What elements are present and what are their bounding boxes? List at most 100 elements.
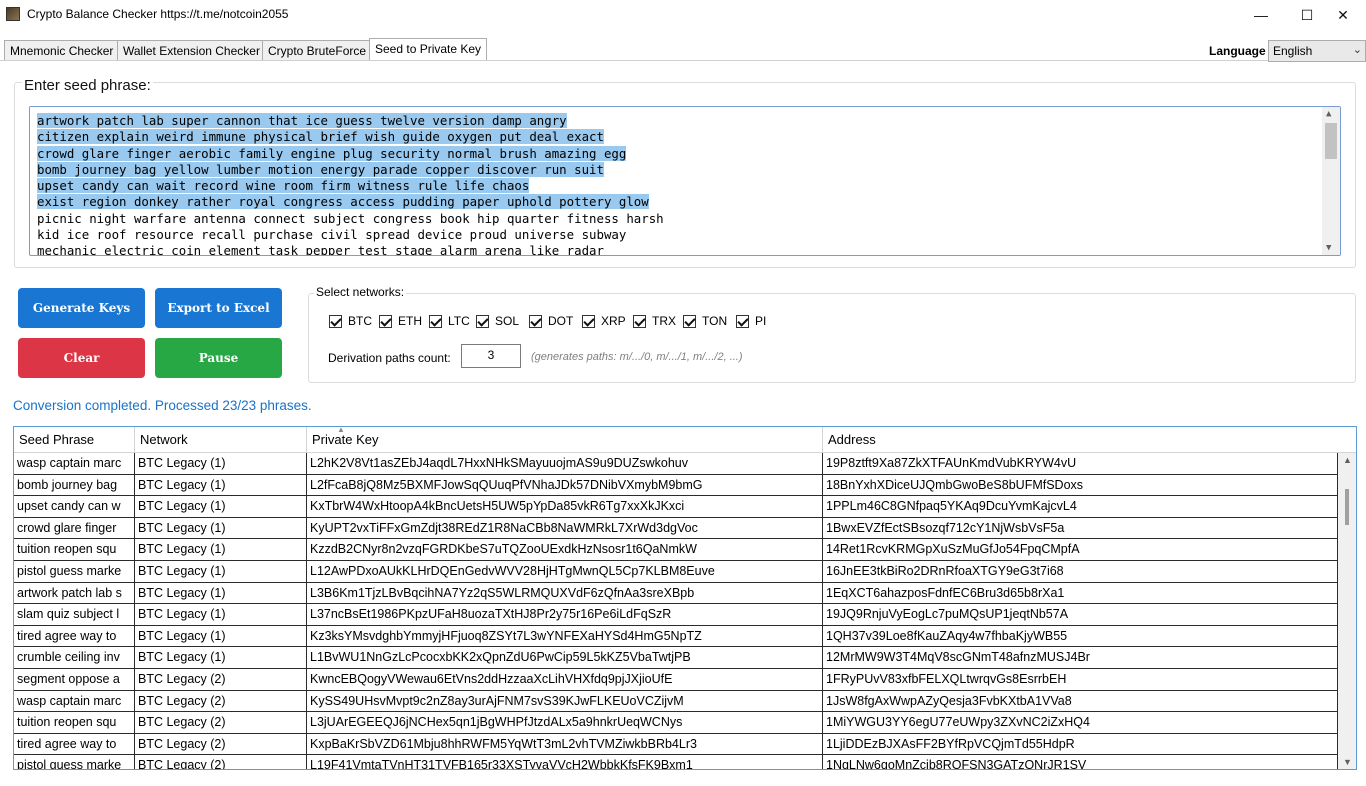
seed-phrase-cell[interactable]: crowd glare finger — [14, 517, 135, 540]
table-row[interactable]: slam quiz subject l BTC Legacy (1) L37ncBs… — [14, 604, 1338, 626]
table-row[interactable]: artwork patch lab s BTC Legacy (1) L3B6Km1… — [14, 582, 1338, 605]
results-grid[interactable]: Seed Phrase ▲ Network Private Key Addres… — [13, 426, 1357, 770]
column-header-private-key[interactable]: Private Key — [307, 427, 823, 453]
network-cell[interactable]: BTC Legacy (1) — [135, 582, 307, 605]
private-key-cell[interactable]: L12AwPDxoAUkKLHrDQEnGedvWVV28HjHTgMwnQL5… — [307, 560, 823, 583]
network-cell[interactable]: BTC Legacy (1) — [135, 496, 307, 518]
scroll-up-arrow-icon[interactable]: ▲ — [1343, 455, 1352, 465]
address-cell[interactable]: 19JQ9RnjuVyEogLc7puMQsUP1jeqtNb57A — [823, 604, 1338, 626]
checkbox-checked-icon[interactable] — [529, 314, 542, 328]
network-cell[interactable]: BTC Legacy (2) — [135, 712, 307, 734]
table-row[interactable]: tuition reopen squ BTC Legacy (1) KzzdB2CN… — [14, 539, 1338, 561]
seed-phrase-cell[interactable]: pistol guess marke — [14, 755, 135, 769]
seed-phrase-cell[interactable]: pistol guess marke — [14, 560, 135, 583]
close-button[interactable]: ✕ — [1320, 0, 1366, 30]
private-key-cell[interactable]: KzzdB2CNyr8n2vzqFGRDKbeS7uTQZooUExdkHzNs… — [307, 539, 823, 561]
address-cell[interactable]: 14Ret1RcvKRMGpXuSzMuGfJo54FpqCMpfA — [823, 539, 1338, 561]
network-cell[interactable]: BTC Legacy (1) — [135, 474, 307, 497]
derivation-paths-input[interactable]: 3 — [461, 344, 521, 368]
network-cell[interactable]: BTC Legacy (1) — [135, 604, 307, 626]
network-checkbox-ton[interactable]: TON — [683, 314, 727, 328]
private-key-cell[interactable]: L2fFcaB8jQ8Mz5BXMFJowSqQUuqPfVNhaJDk57DN… — [307, 474, 823, 497]
seed-phrase-cell[interactable]: segment oppose a — [14, 668, 135, 691]
address-cell[interactable]: 1MiYWGU3YY6egU77eUWpy3ZXvNC2iZxHQ4 — [823, 712, 1338, 734]
seed-phrase-cell[interactable]: tuition reopen squ — [14, 539, 135, 561]
network-cell[interactable]: BTC Legacy (2) — [135, 733, 307, 756]
private-key-cell[interactable]: KwncEBQogyVWewau6EtVns2ddHzzaaXcLihVHXfd… — [307, 668, 823, 691]
address-cell[interactable]: 1FRyPUvV83xfbFELXQLtwrqvGs8EsrrbEH — [823, 668, 1338, 691]
private-key-cell[interactable]: L1BvWU1NnGzLcPcocxbKK2xQpnZdU6PwCip59L5k… — [307, 647, 823, 669]
column-header-seed-phrase[interactable]: Seed Phrase — [14, 427, 135, 453]
seed-phrase-cell[interactable]: wasp captain marc — [14, 453, 135, 475]
network-cell[interactable]: BTC Legacy (2) — [135, 690, 307, 713]
private-key-cell[interactable]: L3B6Km1TjzLBvBqcihNA7Yz2qS5WLRMQUXVdF6zQ… — [307, 582, 823, 605]
scroll-thumb[interactable] — [1345, 489, 1349, 525]
address-cell[interactable]: 16JnEE3tkBiRo2DRnRfoaXTGY9eG3t7i68 — [823, 560, 1338, 583]
private-key-cell[interactable]: Kz3ksYMsvdghbYmmyjHFjuoq8ZSYt7L3wYNFEXaH… — [307, 625, 823, 648]
table-row[interactable]: upset candy can w BTC Legacy (1) KxTbrW4Wx… — [14, 496, 1338, 518]
minimize-button[interactable]: — — [1238, 0, 1284, 30]
checkbox-checked-icon[interactable] — [736, 314, 749, 328]
seed-phrase-cell[interactable]: bomb journey bag — [14, 474, 135, 497]
private-key-cell[interactable]: KyUPT2vxTiFFxGmZdjt38REdZ1R8NaCBb8NaWMRk… — [307, 517, 823, 540]
scroll-thumb[interactable] — [1325, 123, 1337, 159]
address-cell[interactable]: 1QH37v39Loe8fKauZAqy4w7fhbaKjyWB55 — [823, 625, 1338, 648]
private-key-cell[interactable]: KySS49UHsvMvpt9c2nZ8ay3urAjFNM7svS39KJwF… — [307, 690, 823, 713]
tab-seed-to-private-key[interactable]: Seed to Private Key — [369, 38, 488, 60]
network-checkbox-trx[interactable]: TRX — [633, 314, 676, 328]
seed-phrase-cell[interactable]: crumble ceiling inv — [14, 647, 135, 669]
network-checkbox-ltc[interactable]: LTC — [429, 314, 470, 328]
scroll-up-arrow-icon[interactable]: ▲ — [1326, 109, 1331, 119]
table-row[interactable]: wasp captain marc BTC Legacy (2) KySS49UHs… — [14, 690, 1338, 713]
address-cell[interactable]: 1EqXCT6ahazposFdnfEC6Bru3d65b8rXa1 — [823, 582, 1338, 605]
seed-phrase-cell[interactable]: upset candy can w — [14, 496, 135, 518]
network-checkbox-dot[interactable]: DOT — [529, 314, 573, 328]
private-key-cell[interactable]: KxTbrW4WxHtoopA4kBncUetsH5UW5pYpDa85vkR6… — [307, 496, 823, 518]
seed-scrollbar[interactable]: ▲ ▼ — [1322, 107, 1340, 255]
network-checkbox-btc[interactable]: BTC — [329, 314, 372, 328]
seed-phrase-cell[interactable]: tuition reopen squ — [14, 712, 135, 734]
table-row[interactable]: tuition reopen squ BTC Legacy (2) L3jUArEG… — [14, 712, 1338, 734]
checkbox-checked-icon[interactable] — [429, 314, 442, 328]
table-row[interactable]: crowd glare finger BTC Legacy (1) KyUPT2vx… — [14, 517, 1338, 540]
seed-phrase-cell[interactable]: tired agree way to — [14, 733, 135, 756]
checkbox-checked-icon[interactable] — [683, 314, 696, 328]
tab-crypto-bruteforce[interactable]: Crypto BruteForce — [262, 40, 373, 60]
network-cell[interactable]: BTC Legacy (1) — [135, 560, 307, 583]
pause-button[interactable]: Pause — [155, 338, 282, 378]
private-key-cell[interactable]: L3jUArEGEEQJ6jNCHex5qn1jBgWHPfJtzdALx5a9… — [307, 712, 823, 734]
checkbox-checked-icon[interactable] — [476, 314, 489, 328]
clear-button[interactable]: Clear — [18, 338, 145, 378]
network-cell[interactable]: BTC Legacy (1) — [135, 539, 307, 561]
grid-scrollbar[interactable]: ▲ ▼ — [1338, 453, 1356, 769]
address-cell[interactable]: 1LjiDDEzBJXAsFF2BYfRpVCQjmTd55HdpR — [823, 733, 1338, 756]
private-key-cell[interactable]: KxpBaKrSbVZD61Mbju8hhRWFM5YqWtT3mL2vhTVM… — [307, 733, 823, 756]
export-to-excel-button[interactable]: Export to Excel — [155, 288, 282, 328]
table-row[interactable]: pistol guess marke BTC Legacy (2) L19F41Vm… — [14, 755, 1338, 769]
network-checkbox-xrp[interactable]: XRP — [582, 314, 626, 328]
seed-phrase-cell[interactable]: artwork patch lab s — [14, 582, 135, 605]
address-cell[interactable]: 12MrMW9W3T4MqV8scGNmT48afnzMUSJ4Br — [823, 647, 1338, 669]
address-cell[interactable]: 19P8ztft9Xa87ZkXTFAUnKmdVubKRYW4vU — [823, 453, 1338, 475]
network-cell[interactable]: BTC Legacy (1) — [135, 517, 307, 540]
seed-phrase-input[interactable]: artwork patch lab super cannon that ice … — [29, 106, 1341, 256]
network-cell[interactable]: BTC Legacy (2) — [135, 668, 307, 691]
table-row[interactable]: wasp captain marc BTC Legacy (1) L2hK2V8Vt… — [14, 453, 1338, 475]
address-cell[interactable]: 1BwxEVZfEctSBsozqf712cY1NjWsbVsF5a — [823, 517, 1338, 540]
network-cell[interactable]: BTC Legacy (1) — [135, 625, 307, 648]
private-key-cell[interactable]: L19F41VmtaTVnHT31TVFB165r33XSTyvaVVcH2Wb… — [307, 755, 823, 769]
checkbox-checked-icon[interactable] — [329, 314, 342, 328]
seed-phrase-cell[interactable]: tired agree way to — [14, 625, 135, 648]
column-header-address[interactable]: Address — [823, 427, 1356, 453]
address-cell[interactable]: 1NqLNw6qoMnZcib8ROFSN3GATzONrJR1SV — [823, 755, 1338, 769]
network-cell[interactable]: BTC Legacy (1) — [135, 453, 307, 475]
tab-wallet-extension-checker[interactable]: Wallet Extension Checker — [117, 40, 266, 60]
table-row[interactable]: bomb journey bag BTC Legacy (1) L2fFcaB8jQ… — [14, 474, 1338, 497]
table-row[interactable]: segment oppose a BTC Legacy (2) KwncEBQogy… — [14, 668, 1338, 691]
address-cell[interactable]: 1PPLm46C8GNfpaq5YKAq9DcuYvmKajcvL4 — [823, 496, 1338, 518]
generate-keys-button[interactable]: Generate Keys — [18, 288, 145, 328]
network-checkbox-sol[interactable]: SOL — [476, 314, 519, 328]
address-cell[interactable]: 1JsW8fgAxWwpAZyQesja3FvbKXtbA1VVa8 — [823, 690, 1338, 713]
network-cell[interactable]: BTC Legacy (1) — [135, 647, 307, 669]
network-cell[interactable]: BTC Legacy (2) — [135, 755, 307, 769]
